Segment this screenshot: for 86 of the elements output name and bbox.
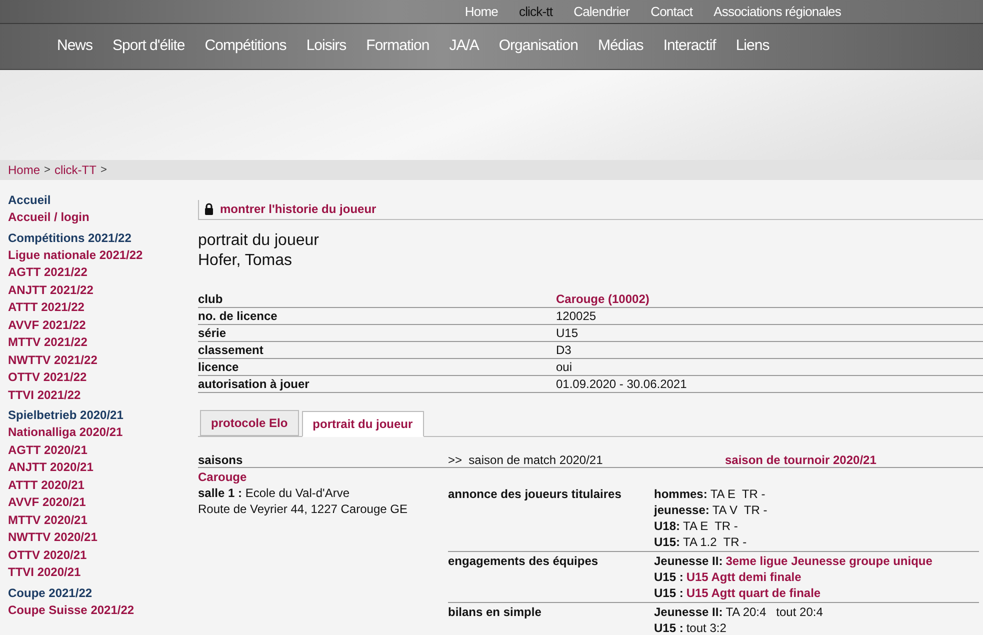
main-menu-link[interactable]: Organisation <box>498 35 578 58</box>
sidebar-heading: Accueil <box>8 192 52 209</box>
top-menu-link[interactable]: Home <box>464 2 498 22</box>
detail-label: no. de licence <box>198 308 278 325</box>
page-title: portrait du joueur <box>198 231 320 251</box>
tournament-season-link[interactable]: saison de tournoir 2020/21 <box>725 450 876 468</box>
hall-text: salle 1 : Ecole du Val-d'Arve <box>198 485 350 501</box>
club-name-link[interactable]: Carouge <box>198 469 448 485</box>
sidebar-link[interactable]: Accueil / login <box>8 209 190 226</box>
team-link[interactable]: U15 Agtt demi finale <box>686 569 802 585</box>
section-label: bilans en simple <box>448 604 542 621</box>
top-menu-link[interactable]: click-tt <box>518 2 553 22</box>
main-menu-link[interactable]: Interactif <box>663 35 716 58</box>
seasons-label: saisons <box>198 452 244 468</box>
club-link[interactable]: Carouge (10002) <box>556 290 650 308</box>
main-menu-link[interactable]: Liens <box>736 35 770 58</box>
line-label: U15 : <box>654 569 684 585</box>
sidebar-link[interactable]: Nationalliga 2020/21 <box>8 424 190 442</box>
tab[interactable]: protocole Elo <box>200 410 299 436</box>
sidebar-link[interactable]: TTVI 2021/22 <box>8 386 190 404</box>
detail-value: D3 <box>556 342 572 359</box>
sidebar-link[interactable]: ATTT 2020/21 <box>8 476 190 494</box>
line-label: U15: <box>654 534 680 550</box>
sidebar-link[interactable]: OTTV 2021/22 <box>8 369 190 386</box>
sidebar-heading: Compétitions 2021/22 <box>8 230 132 246</box>
sidebar-link[interactable]: Ligue nationale 2021/22 <box>8 246 190 264</box>
sidebar-link[interactable]: ANJTT 2020/21 <box>8 459 190 476</box>
line-label: U15 : <box>654 585 684 601</box>
line-label: Jeunesse II: <box>654 604 723 620</box>
sidebar-link[interactable]: TTVI 2020/21 <box>8 564 190 582</box>
team-link[interactable]: 3eme ligue Jeunesse groupe unique <box>726 553 932 569</box>
line-label: jeunesse: <box>654 502 710 518</box>
line-label: Jeunesse II: <box>654 553 723 569</box>
sidebar-link[interactable]: ANJTT 2021/22 <box>8 282 190 299</box>
detail-label: autorisation à jouer <box>198 376 310 393</box>
sidebar-link[interactable]: MTTV 2021/22 <box>8 334 190 352</box>
breadcrumb-separator: > <box>44 162 50 178</box>
breadcrumb-link[interactable]: click-TT <box>54 161 96 179</box>
line-value: TA V TR - <box>712 502 768 518</box>
sidebar-link[interactable]: AVVF 2020/21 <box>8 494 190 512</box>
breadcrumb-link[interactable]: Home <box>8 161 40 179</box>
team-link[interactable]: U15 Agtt quart de finale <box>686 585 821 601</box>
lock-icon <box>204 203 214 215</box>
sidebar-link[interactable]: Coupe Suisse 2021/22 <box>8 602 190 619</box>
line-value: TA E TR - <box>710 486 766 502</box>
section-label: annonce des joueurs titulaires <box>448 486 622 503</box>
sidebar-link[interactable]: ATTT 2021/22 <box>8 299 190 316</box>
sidebar-heading: Coupe 2021/22 <box>8 584 94 602</box>
detail-value: U15 <box>556 325 578 342</box>
top-menu-link[interactable]: Contact <box>650 2 693 22</box>
sidebar-link[interactable]: NWTTV 2021/22 <box>8 352 190 369</box>
detail-label: classement <box>198 342 264 359</box>
tab[interactable]: portrait du joueur <box>302 411 424 437</box>
detail-value: 120025 <box>556 308 596 325</box>
main-menu-link[interactable]: Loisirs <box>306 35 346 58</box>
history-link[interactable]: montrer l'historie du joueur <box>220 200 376 218</box>
sidebar-link[interactable]: AGTT 2021/22 <box>8 264 190 282</box>
sidebar-link[interactable]: OTTV 2020/21 <box>8 546 190 564</box>
sidebar-heading: Spielbetrieb 2020/21 <box>8 407 124 424</box>
sidebar-link[interactable]: NWTTV 2020/21 <box>8 529 190 546</box>
main-menu-link[interactable]: Compétitions <box>204 35 286 58</box>
top-menu-link[interactable]: Calendrier <box>574 2 630 22</box>
sidebar-link[interactable]: MTTV 2020/21 <box>8 512 190 529</box>
player-name: Hofer, Tomas <box>198 251 293 271</box>
sidebar-link[interactable]: AVVF 2021/22 <box>8 316 190 334</box>
top-menu-link[interactable]: Associations régionales <box>714 2 841 22</box>
detail-value: 01.09.2020 - 30.06.2021 <box>556 376 687 393</box>
section-label: engagements des équipes <box>448 553 600 570</box>
detail-label: licence <box>198 359 240 376</box>
breadcrumb-separator: > <box>100 162 107 178</box>
line-label: hommes: <box>654 486 708 502</box>
match-season: >> saison de match 2020/21 <box>448 452 604 468</box>
detail-label: club <box>198 291 224 308</box>
sidebar-link[interactable]: AGTT 2020/21 <box>8 442 190 459</box>
line-value: TA 1.2 TR - <box>683 534 747 550</box>
line-label: U15 : <box>654 620 684 635</box>
main-menu-link[interactable]: Sport d'élite <box>112 35 185 58</box>
line-value: tout 3:2 <box>686 620 726 635</box>
detail-value: oui <box>556 359 572 376</box>
line-label: U18: <box>654 518 680 534</box>
main-menu-link[interactable]: News <box>57 35 93 58</box>
line-value: TA E TR - <box>683 518 738 534</box>
line-value: TA 20:4 tout 20:4 <box>726 604 823 620</box>
main-menu-link[interactable]: Médias <box>598 35 644 58</box>
hall-address: Route de Veyrier 44, 1227 Carouge GE <box>198 501 408 517</box>
detail-label: série <box>198 325 228 342</box>
